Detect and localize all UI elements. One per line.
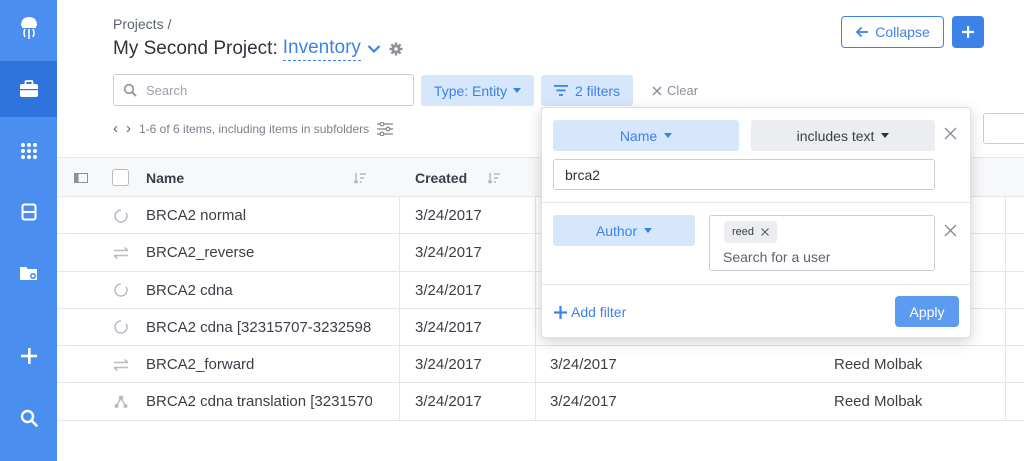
remove-filter2-icon[interactable]: [944, 222, 957, 242]
column-toggle-icon[interactable]: [74, 158, 88, 197]
table-row[interactable]: BRCA2_forward 3/24/2017 3/24/2017 Reed M…: [57, 346, 1024, 384]
search-box[interactable]: [113, 74, 414, 106]
clear-filters-button[interactable]: Clear: [652, 83, 698, 98]
circle-dashed-icon: [112, 208, 130, 224]
filter1-operator-dropdown[interactable]: includes text: [751, 120, 935, 151]
divider: [542, 202, 972, 203]
apply-button[interactable]: Apply: [895, 296, 959, 327]
add-filter-label: Add filter: [571, 304, 627, 320]
caret-down-icon: [881, 133, 890, 138]
collapse-label: Collapse: [875, 24, 930, 40]
caret-down-icon: [513, 88, 522, 93]
row-name[interactable]: BRCA2 cdna: [146, 272, 372, 309]
filter1-field-dropdown[interactable]: Name: [553, 120, 739, 151]
row-name[interactable]: BRCA2_forward: [146, 346, 372, 383]
row-modified: 3/24/2017: [550, 356, 617, 374]
remove-filter1-icon[interactable]: [944, 125, 957, 145]
add-filter-button[interactable]: Add filter: [554, 304, 626, 320]
app-logo[interactable]: [0, 0, 57, 56]
filter-popover: Name includes text brca2 Author reed Sea…: [541, 107, 972, 338]
create-button[interactable]: [952, 16, 984, 48]
plus-icon: [20, 348, 37, 364]
row-name[interactable]: BRCA2_reverse: [146, 234, 372, 271]
filter2-field-dropdown[interactable]: Author: [553, 215, 695, 246]
row-created: 3/24/2017: [415, 207, 482, 224]
user-chip[interactable]: reed: [724, 221, 778, 243]
row-name[interactable]: BRCA2 cdna translation [3231570: [146, 383, 372, 420]
sort-icon[interactable]: [488, 158, 501, 197]
search-icon: [20, 409, 38, 427]
arrows-swap-icon: [112, 246, 130, 259]
column-header-created[interactable]: Created: [415, 158, 467, 197]
sidebar-item-create[interactable]: [0, 328, 57, 384]
search-input[interactable]: [146, 82, 386, 98]
filter-icon: [553, 85, 568, 96]
search-icon: [123, 83, 137, 97]
sidebar-item-folders[interactable]: [0, 245, 57, 301]
filter1-field-label: Name: [619, 127, 658, 144]
column-search-input[interactable]: [983, 113, 1024, 144]
caret-down-icon: [664, 133, 673, 138]
caret-down-icon: [644, 228, 653, 233]
briefcase-icon: [19, 80, 38, 97]
collapse-button[interactable]: Collapse: [841, 16, 944, 48]
row-created: 3/24/2017: [415, 281, 482, 299]
breadcrumb[interactable]: Projects /: [113, 16, 171, 32]
sort-icon[interactable]: [354, 158, 367, 197]
filters-label: 2 filters: [574, 82, 621, 99]
document-icon: [21, 203, 36, 221]
user-search-placeholder: Search for a user: [723, 249, 831, 265]
row-created: 3/24/2017: [415, 356, 482, 374]
project-name: My Second Project:: [113, 38, 278, 59]
sidebar-item-notebook[interactable]: [0, 184, 57, 240]
sidebar: [0, 0, 57, 461]
close-icon[interactable]: [761, 228, 769, 236]
type-filter-label: Type: Entity: [433, 82, 508, 99]
close-icon: [652, 85, 662, 96]
sliders-icon[interactable]: [377, 121, 394, 136]
select-all-checkbox[interactable]: [112, 169, 129, 186]
circle-dashed-icon: [112, 319, 130, 335]
row-created: 3/24/2017: [415, 318, 482, 336]
filter2-field-label: Author: [595, 222, 638, 239]
plus-icon: [554, 305, 567, 319]
column-header-name[interactable]: Name: [146, 158, 184, 197]
circle-dashed-icon: [112, 282, 130, 298]
view-selector[interactable]: Inventory: [282, 37, 361, 61]
row-modified: 3/24/2017: [550, 393, 617, 411]
table-row[interactable]: BRCA2 cdna translation [3231570 3/24/201…: [57, 383, 1024, 421]
sidebar-item-projects[interactable]: [0, 61, 57, 117]
type-filter-dropdown[interactable]: Type: Entity: [421, 75, 534, 106]
row-created: 3/24/2017: [415, 244, 482, 262]
page-title: My Second Project: Inventory: [113, 37, 403, 61]
filter1-value-input[interactable]: brca2: [553, 159, 935, 190]
chevron-right-icon[interactable]: ›: [126, 120, 131, 137]
row-author: Reed Molbak: [834, 356, 923, 374]
filter1-operator-label: includes text: [796, 127, 875, 144]
jellyfish-logo-icon: [20, 17, 37, 39]
sidebar-item-search[interactable]: [0, 390, 57, 446]
row-name[interactable]: BRCA2 normal: [146, 197, 372, 234]
chevron-left-icon[interactable]: ‹: [113, 120, 118, 137]
pagination: ‹ › 1-6 of 6 items, including items in s…: [113, 120, 394, 137]
divider: [542, 284, 972, 285]
row-author: Reed Molbak: [834, 393, 923, 411]
row-name[interactable]: BRCA2 cdna [32315707-3232598: [146, 309, 372, 346]
user-chip-label: reed: [732, 226, 755, 238]
folder-settings-icon: [19, 267, 37, 280]
clear-label: Clear: [667, 83, 699, 98]
gear-icon[interactable]: [389, 42, 403, 56]
plus-icon: [962, 26, 974, 38]
grid-icon: [20, 143, 37, 159]
arrow-left-icon: [855, 26, 869, 38]
row-created: 3/24/2017: [415, 393, 482, 411]
arrows-swap-icon: [112, 358, 130, 371]
filter2-user-input[interactable]: reed Search for a user: [709, 215, 935, 271]
sidebar-item-apps[interactable]: [0, 123, 57, 179]
pagination-text: 1-6 of 6 items, including items in subfo…: [139, 121, 370, 136]
filters-button[interactable]: 2 filters: [541, 75, 633, 106]
molecule-icon: [112, 394, 130, 410]
chevron-down-icon[interactable]: [367, 44, 381, 54]
